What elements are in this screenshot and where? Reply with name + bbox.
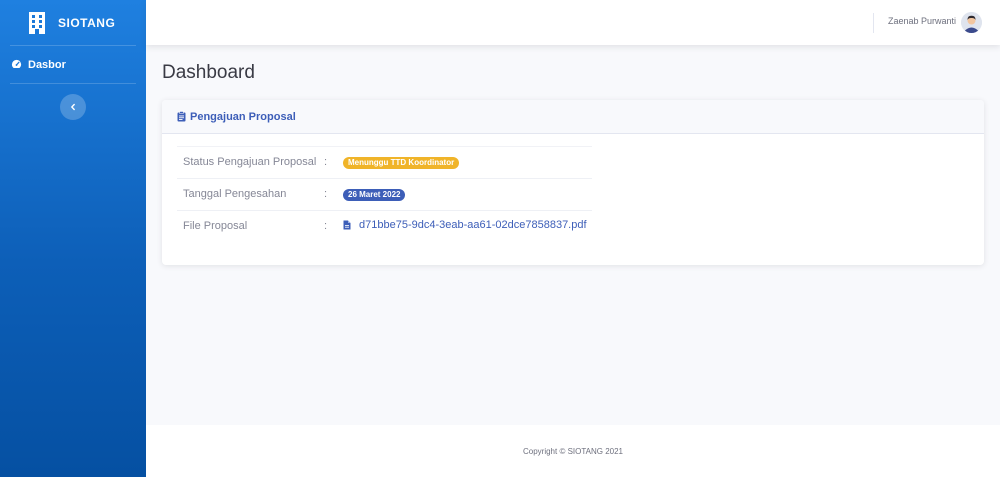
table-row: Status Pengajuan Proposal : Menunggu TTD… — [177, 146, 592, 178]
status-label: Status Pengajuan Proposal — [183, 156, 317, 168]
user-name[interactable]: Zaenab Purwanti — [888, 16, 956, 26]
topbar: Zaenab Purwanti — [146, 0, 1000, 45]
clipboard-icon — [177, 111, 186, 122]
sidebar-toggle-button[interactable] — [60, 94, 86, 120]
user-avatar-icon[interactable] — [961, 12, 982, 33]
row-colon: : — [324, 188, 328, 200]
row-colon: : — [324, 156, 328, 168]
sidebar: SIOTANG Dasbor — [0, 0, 146, 477]
sidebar-item-dasbor[interactable]: Dasbor — [0, 46, 146, 83]
copyright-text: Copyright © SIOTANG 2021 — [522, 446, 623, 456]
building-icon — [29, 11, 45, 34]
footer: Copyright © SIOTANG 2021 — [146, 425, 1000, 477]
sidebar-item-label: Dasbor — [28, 58, 66, 71]
table-row: Tanggal Pengesahan : 26 Maret 2022 — [177, 178, 592, 210]
file-label: File Proposal — [183, 220, 248, 232]
date-badge: 26 Maret 2022 — [343, 189, 406, 201]
table-row: File Proposal : d71bbe75-9dc4-3eab-aa61-… — [177, 210, 592, 242]
page-title: Dashboard — [162, 62, 255, 83]
file-icon — [343, 220, 351, 230]
card-title: Pengajuan Proposal — [190, 110, 296, 123]
brand-name: SIOTANG — [58, 15, 116, 30]
date-label: Tanggal Pengesahan — [183, 188, 287, 200]
card-header: Pengajuan Proposal — [162, 100, 984, 134]
file-entry: d71bbe75-9dc4-3eab-aa61-02dce7858837.pdf — [343, 219, 587, 231]
sidebar-divider — [10, 83, 136, 84]
chevron-left-icon — [71, 103, 75, 111]
tachometer-icon — [11, 59, 22, 68]
row-colon: : — [324, 220, 328, 232]
status-badge: Menunggu TTD Koordinator — [343, 157, 460, 169]
info-table: Status Pengajuan Proposal : Menunggu TTD… — [177, 146, 592, 242]
brand[interactable]: SIOTANG — [0, 0, 146, 45]
topbar-divider — [873, 13, 874, 33]
proposal-card: Pengajuan Proposal Status Pengajuan Prop… — [162, 100, 984, 265]
file-proposal-link[interactable]: d71bbe75-9dc4-3eab-aa61-02dce7858837.pdf — [359, 219, 587, 231]
